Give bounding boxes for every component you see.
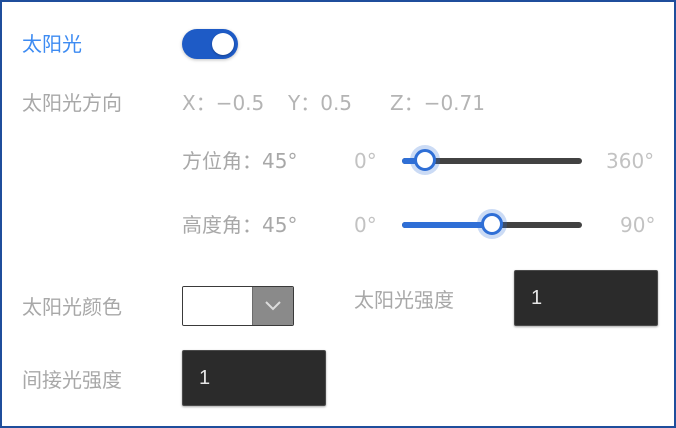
- azimuth-min-label: 0°: [354, 149, 377, 173]
- azimuth-label: 方位角：45°: [182, 149, 298, 173]
- direction-y-value: Y：0.5: [288, 91, 353, 115]
- indirect-intensity-label: 间接光强度: [22, 368, 122, 392]
- direction-z-value: Z：−0.71: [390, 91, 485, 115]
- toggle-knob: [212, 33, 234, 55]
- elevation-min-label: 0°: [354, 213, 377, 237]
- sun-intensity-label: 太阳光强度: [354, 288, 454, 312]
- sun-color-label: 太阳光颜色: [22, 295, 122, 319]
- azimuth-slider-thumb[interactable]: [413, 149, 436, 171]
- sun-intensity-input[interactable]: [514, 270, 658, 326]
- sunlight-label: 太阳光: [22, 32, 82, 56]
- sun-color-picker[interactable]: [182, 286, 294, 326]
- azimuth-slider[interactable]: [402, 146, 582, 176]
- elevation-label: 高度角：45°: [182, 213, 298, 237]
- indirect-intensity-input[interactable]: [182, 350, 326, 406]
- sun-direction-label: 太阳光方向: [22, 91, 122, 115]
- color-dropdown-button[interactable]: [252, 287, 293, 325]
- elevation-slider-thumb[interactable]: [481, 213, 503, 235]
- sunlight-settings-panel: 太阳光 太阳光方向 X：−0.5 Y：0.5 Z：−0.71 方位角：45° 0…: [0, 0, 676, 428]
- sunlight-toggle[interactable]: [182, 29, 238, 59]
- elevation-max-label: 90°: [620, 213, 656, 237]
- color-swatch: [183, 287, 253, 325]
- elevation-slider-fill: [402, 222, 492, 228]
- elevation-slider[interactable]: [402, 210, 582, 240]
- chevron-down-icon: [265, 301, 281, 311]
- azimuth-max-label: 360°: [606, 149, 655, 173]
- direction-x-value: X：−0.5: [182, 91, 265, 115]
